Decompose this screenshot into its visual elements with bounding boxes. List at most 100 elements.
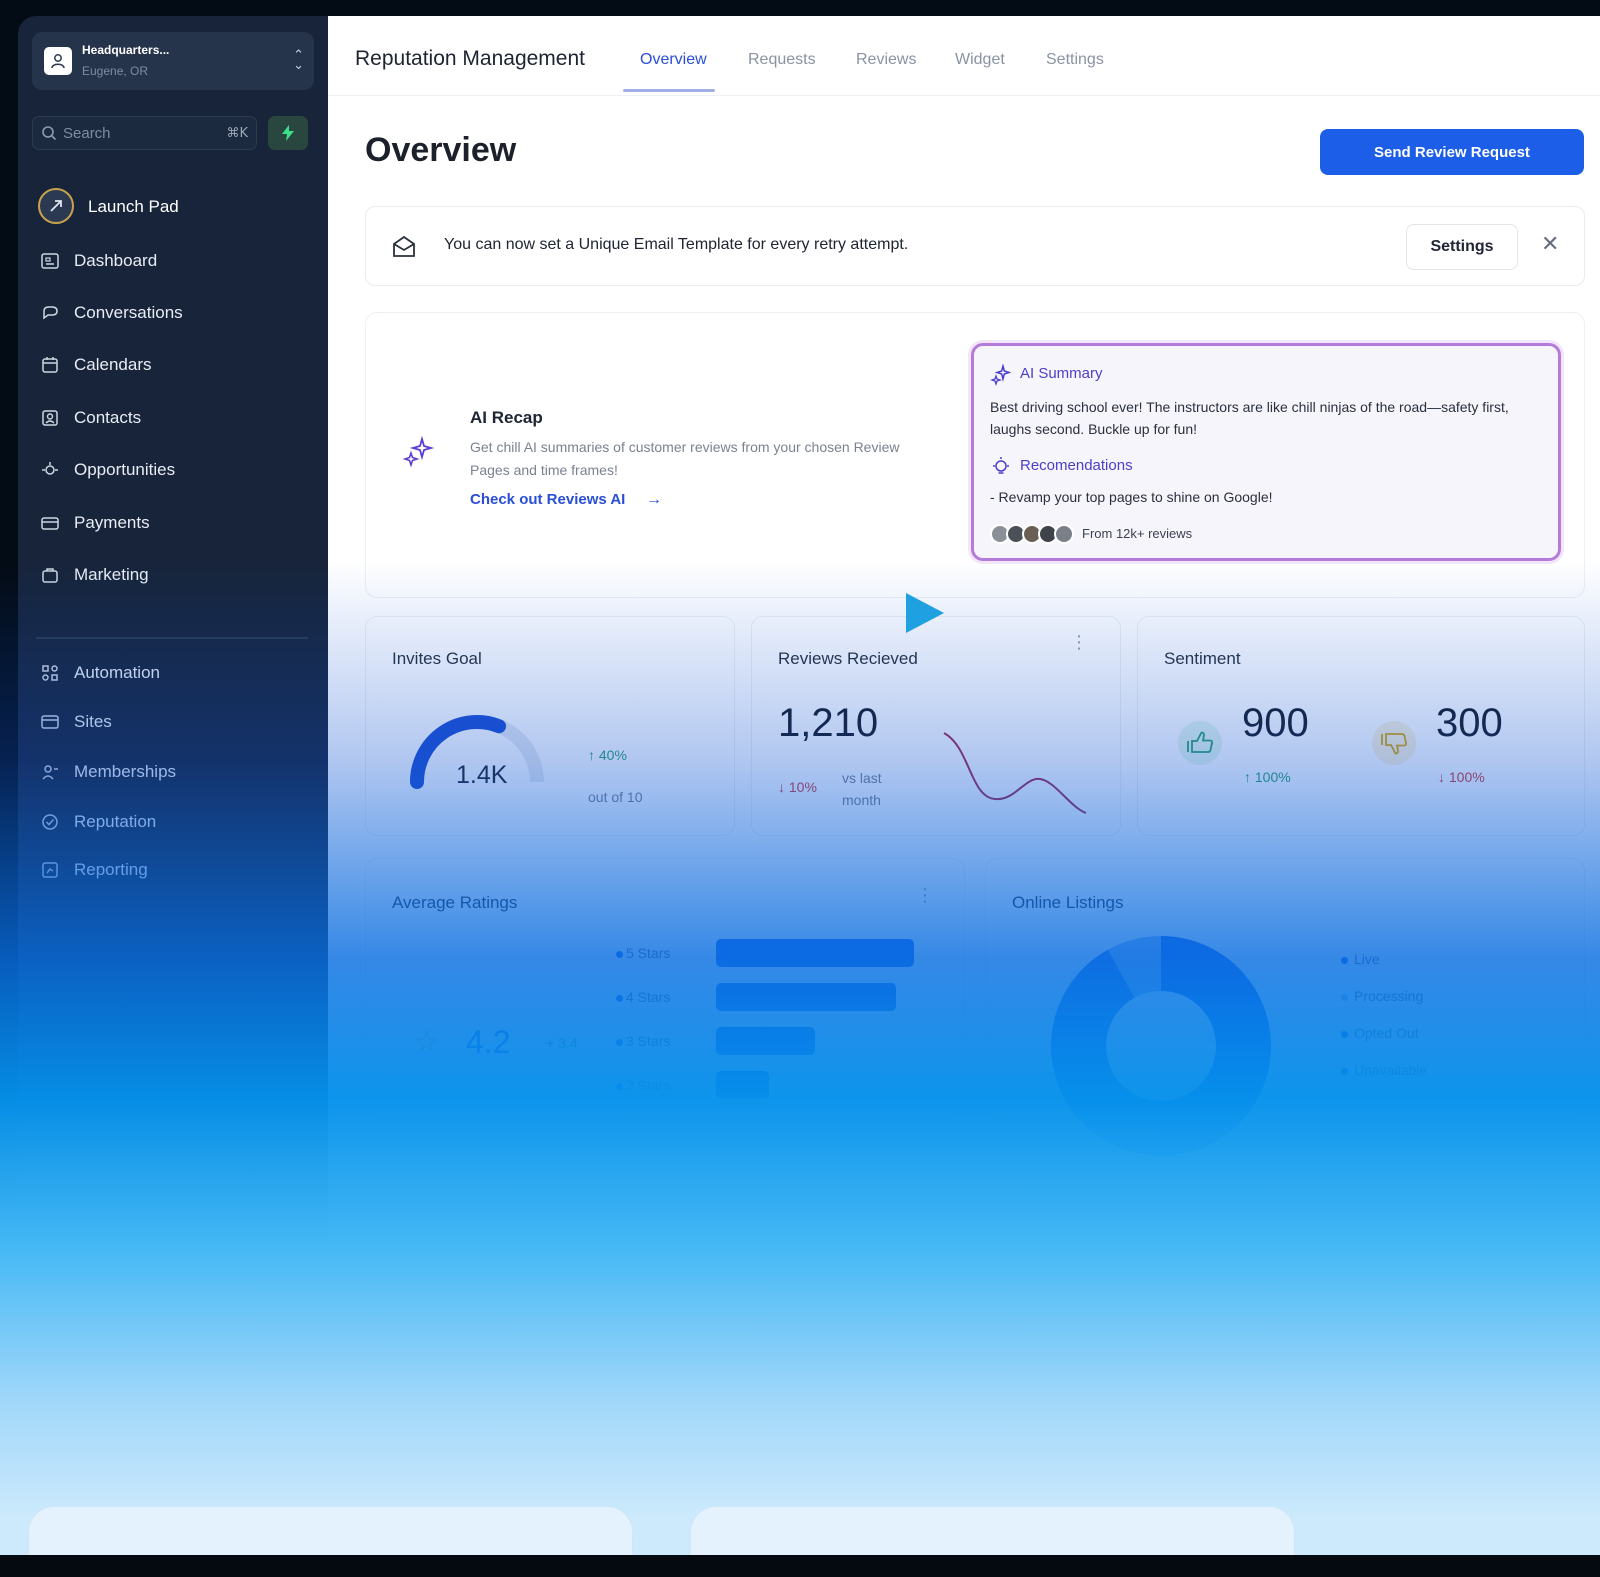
sidebar-item-label: Reputation xyxy=(74,812,157,831)
invites-value: 1.4K xyxy=(456,761,508,789)
tab-requests[interactable]: Requests xyxy=(748,51,816,69)
arrow-right-icon: → xyxy=(646,491,662,508)
sidebar-item-reputation[interactable]: Reputation xyxy=(36,804,306,840)
envelope-icon xyxy=(393,235,415,257)
lightbulb-icon xyxy=(993,457,1009,474)
sidebar-item-label: Reporting xyxy=(74,860,148,879)
notice-text: You can now set a Unique Email Template … xyxy=(444,236,909,253)
card-title: Online Listings xyxy=(1012,893,1124,912)
send-review-request-button[interactable]: Send Review Request xyxy=(1320,129,1584,175)
sidebar-item-conversations[interactable]: Conversations xyxy=(36,295,306,331)
tab-overview[interactable]: Overview xyxy=(640,51,707,69)
search-shortcut: ⌘K xyxy=(226,126,248,141)
sidebar-item-label: Memberships xyxy=(74,762,177,781)
arrow-up-icon: ↑ xyxy=(1244,769,1251,785)
invites-delta: ↑ 40% xyxy=(588,747,627,763)
avatar xyxy=(1054,524,1074,544)
sidebar-item-label: Calendars xyxy=(74,355,152,374)
legend-dot xyxy=(1341,1031,1348,1038)
sidebar-item-label: Payments xyxy=(74,513,150,532)
sidebar-item-payments[interactable]: Payments xyxy=(36,505,306,541)
automation-icon xyxy=(42,665,58,681)
sidebar-item-memberships[interactable]: Memberships xyxy=(36,754,306,790)
invites-goal-card: Invites Goal 1.4K ↑ 40% out of 10 xyxy=(365,616,735,836)
tab-widget[interactable]: Widget xyxy=(955,51,1005,69)
sidebar-item-launch-pad[interactable]: Launch Pad xyxy=(38,186,308,226)
location-switcher[interactable]: Headquarters... Eugene, OR ⌃ ⌄ xyxy=(32,32,314,90)
sidebar-divider xyxy=(36,637,308,639)
rating-bar-label: 2 Stars xyxy=(626,1077,671,1093)
legend-label: Live xyxy=(1354,951,1380,967)
sidebar-item-marketing[interactable]: Marketing xyxy=(36,557,306,593)
ai-recap-card: AI Recap Get chill AI summaries of custo… xyxy=(365,312,1585,598)
sidebar-item-label: Conversations xyxy=(74,303,183,322)
rating-bar xyxy=(716,939,914,967)
sidebar-item-label: Contacts xyxy=(74,408,142,427)
average-ratings-card: Average Ratings ⋮ ☆ 4.2 + 3.4 5 Stars 4 S… xyxy=(365,858,965,1118)
rating-bar-label: 5 Stars xyxy=(626,945,671,961)
sidebar-item-calendars[interactable]: Calendars xyxy=(36,347,306,383)
more-options-icon[interactable]: ⋮ xyxy=(916,885,934,906)
arrow-up-icon: ↑ xyxy=(588,747,595,763)
tab-settings[interactable]: Settings xyxy=(1046,51,1104,69)
search-input[interactable]: Search ⌘K xyxy=(32,116,257,150)
sidebar-item-label: Sites xyxy=(74,712,112,731)
close-icon[interactable]: ✕ xyxy=(1541,231,1559,257)
sidebar-item-opportunities[interactable]: Opportunities xyxy=(36,452,306,488)
sidebar-item-label: Opportunities xyxy=(74,460,176,479)
more-options-icon[interactable]: ⋮ xyxy=(1070,633,1088,651)
listings-donut-chart xyxy=(1051,936,1271,1156)
legend-label: Unavailable xyxy=(1354,1062,1428,1078)
quick-action-button[interactable] xyxy=(268,116,308,150)
review-count-text: From 12k+ reviews xyxy=(1082,526,1193,541)
sidebar-item-automation[interactable]: Automation xyxy=(36,655,306,691)
rating-bar-label: 3 Stars xyxy=(626,1033,671,1049)
page-title: Overview xyxy=(365,131,517,169)
card-title: Average Ratings xyxy=(392,893,518,912)
play-icon[interactable] xyxy=(904,591,946,635)
sites-icon xyxy=(41,715,59,729)
average-rating-value: 4.2 xyxy=(466,1024,511,1060)
online-listings-card: Online Listings Live Processing Opted Out U… xyxy=(985,858,1585,1156)
location-city: Eugene, OR xyxy=(82,64,149,78)
marketing-icon xyxy=(42,568,58,583)
main-content: Reputation Management Overview Requests … xyxy=(328,16,1600,1556)
invites-out-of: out of 10 xyxy=(588,789,643,805)
sidebar-item-reporting[interactable]: Reporting xyxy=(36,852,306,888)
invites-gauge xyxy=(410,715,544,789)
legend-dot xyxy=(616,995,623,1002)
contacts-icon xyxy=(42,410,58,426)
donut-segment xyxy=(1161,936,1271,1156)
sidebar-item-label: Launch Pad xyxy=(88,197,179,216)
recap-description: Get chill AI summaries of customer revie… xyxy=(470,439,900,478)
opportunities-icon xyxy=(42,462,58,475)
average-rating-delta: + 3.4 xyxy=(546,1035,578,1051)
card-title: Invites Goal xyxy=(392,649,482,668)
location-avatar-icon xyxy=(44,47,72,75)
sidebar-item-sites[interactable]: Sites xyxy=(36,704,306,740)
tab-reviews[interactable]: Reviews xyxy=(856,51,916,69)
legend-dot xyxy=(1341,957,1348,964)
reviews-received-value: 1,210 xyxy=(778,701,879,745)
sentiment-card: Sentiment 900 ↑ 100% 300 ↓ 100% xyxy=(1137,616,1585,836)
bolt-icon xyxy=(282,125,294,141)
payments-icon xyxy=(41,517,59,530)
calendar-icon xyxy=(42,357,58,373)
reviews-received-card: Reviews Recieved ⋮ 1,210 ↓ 10% vs last m… xyxy=(751,616,1121,836)
memberships-icon xyxy=(42,765,58,780)
positive-sentiment-delta: ↑ 100% xyxy=(1244,769,1291,785)
recap-title: AI Recap xyxy=(470,408,543,427)
chevron-updown-icon: ⌃ ⌄ xyxy=(293,47,304,72)
negative-sentiment-delta: ↓ 100% xyxy=(1438,769,1485,785)
sidebar-item-contacts[interactable]: Contacts xyxy=(36,400,306,436)
chat-icon xyxy=(43,306,58,320)
legend-dot xyxy=(616,1039,623,1046)
sidebar-item-dashboard[interactable]: Dashboard xyxy=(36,243,306,279)
recommendation-text: - Revamp your top pages to shine on Goog… xyxy=(990,489,1273,505)
reviews-received-comparison: vs last month xyxy=(842,770,882,808)
legend-label: Opted Out xyxy=(1354,1025,1419,1041)
legend-dot xyxy=(1341,1068,1348,1075)
notice-settings-button[interactable]: Settings xyxy=(1406,224,1518,270)
sparkle-icon xyxy=(990,364,1012,386)
reviews-ai-link[interactable]: Check out Reviews AI xyxy=(470,491,625,508)
